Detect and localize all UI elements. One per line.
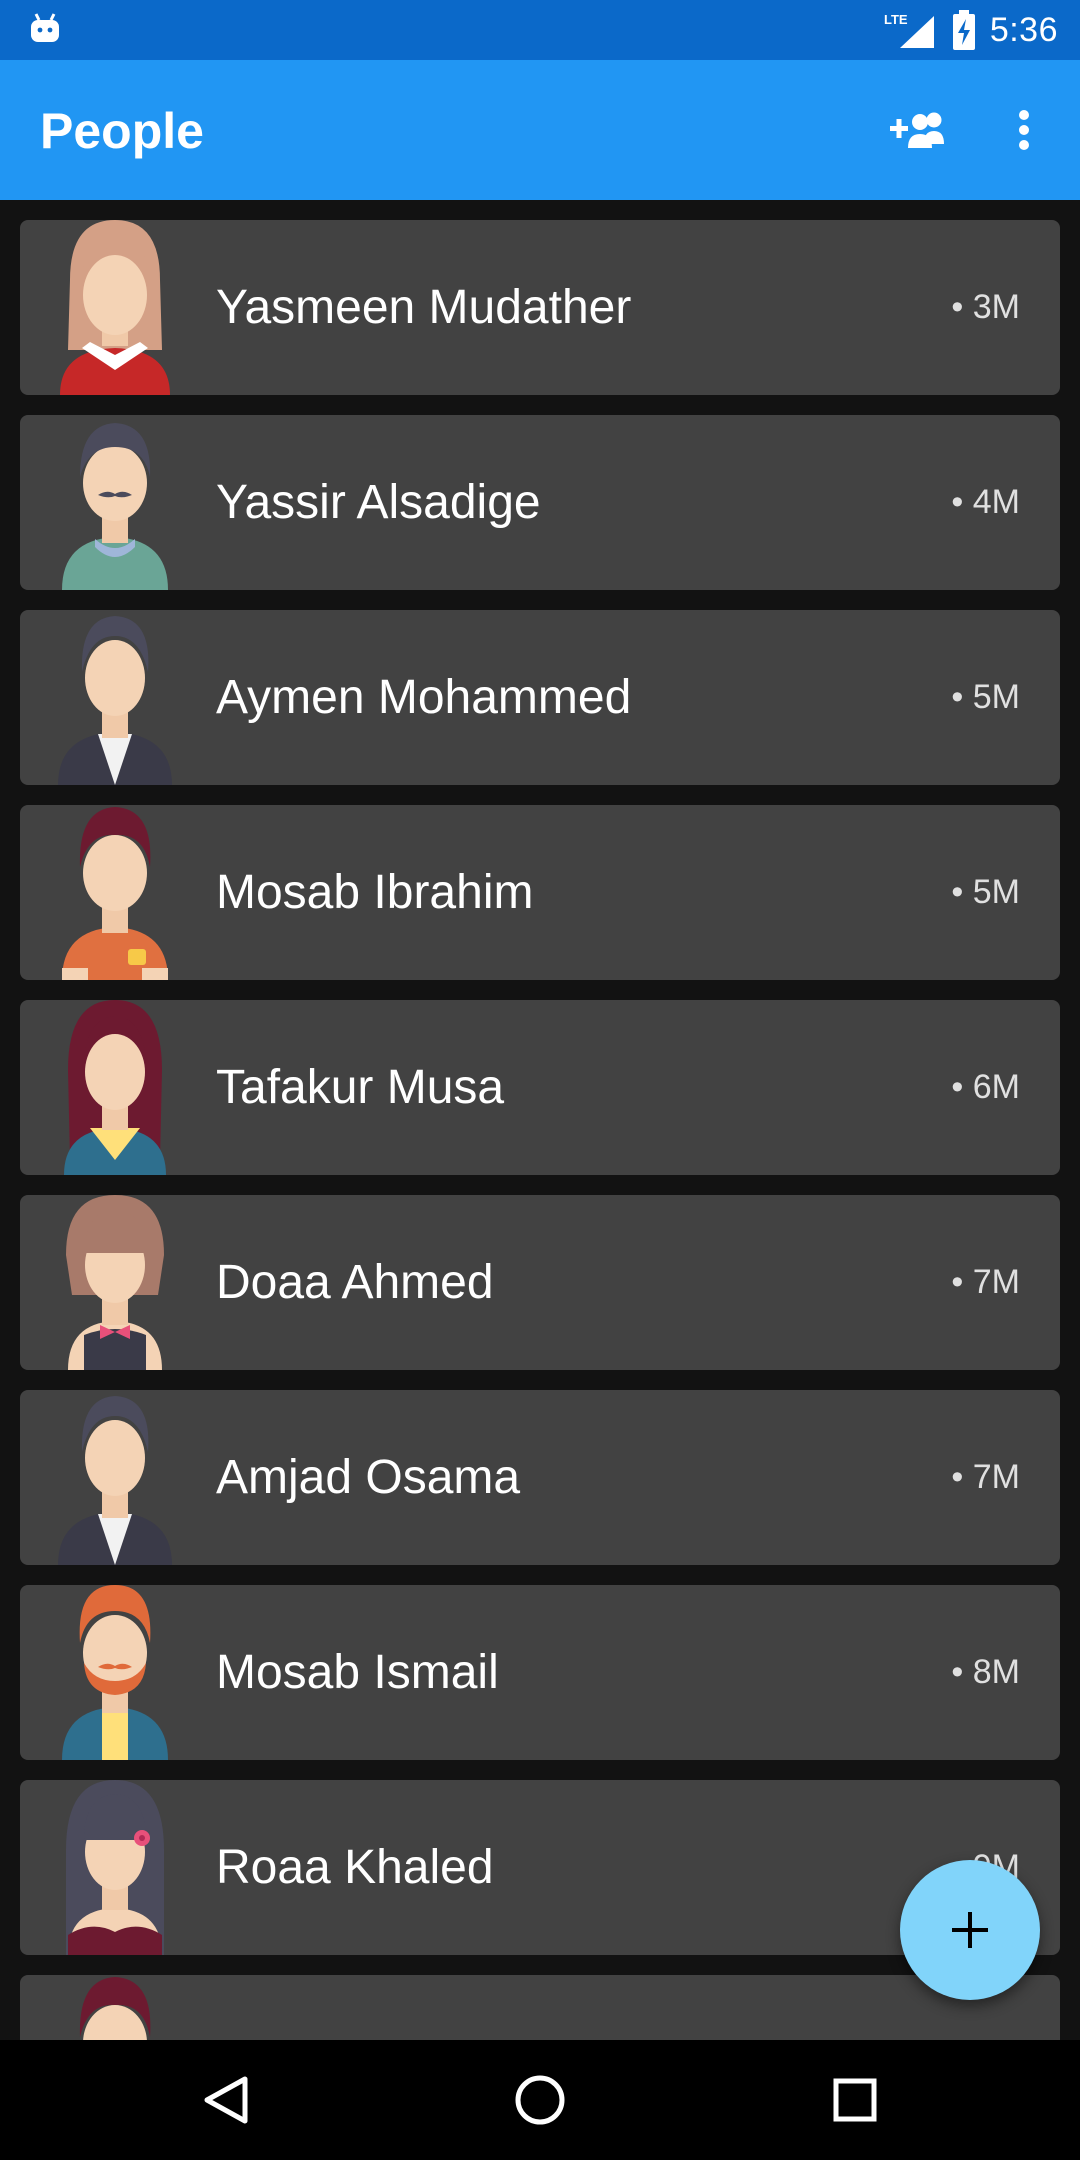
person-name: Yasmeen Mudather [216,281,632,334]
battery-charging-icon [952,10,975,50]
avatar [60,220,170,395]
person-card[interactable]: Mosab Ibrahim • 5M [20,805,1060,980]
person-age: • 5M [951,678,1020,716]
avatar [58,1396,172,1565]
person-card[interactable]: Tafakur Musa • 6M [20,1000,1060,1175]
plus-icon [952,1912,988,1948]
recents-button[interactable] [815,2060,895,2140]
person-name: Mosab Ismail [216,1646,499,1699]
recents-icon [833,2078,877,2122]
status-time: 5:36 [989,10,1058,49]
avatar [79,1977,151,2040]
android-icon [31,13,59,42]
person-age: • 8M [951,1653,1020,1691]
person-card[interactable]: Aymen Mohammed • 5M [20,610,1060,785]
person-age: • 7M [951,1458,1020,1496]
add-fab-button[interactable] [900,1860,1040,2000]
avatar [66,1780,164,1955]
person-card[interactable]: Doaa Ahmed • 7M [20,1195,1060,1370]
person-card[interactable]: Mosab Ismail • 8M [20,1585,1060,1760]
status-bar: LTE 5:36 [0,0,1080,60]
add-people-button[interactable] [880,90,960,170]
avatar [62,1585,168,1760]
navigation-bar [0,2040,1080,2160]
avatar [58,616,172,785]
avatar [66,1195,164,1370]
person-name: Yassir Alsadige [216,476,541,529]
app-bar: People [0,60,1080,200]
back-icon [204,2076,248,2124]
avatar [64,1000,166,1175]
page-title: People [40,103,204,159]
person-name: Doaa Ahmed [216,1256,494,1309]
person-card[interactable]: Yassir Alsadige • 4M [20,415,1060,590]
person-name: Aymen Mohammed [216,671,632,724]
person-name: Roaa Khaled [216,1841,494,1894]
avatar [62,807,168,980]
overflow-menu-button[interactable] [984,90,1064,170]
person-name: Amjad Osama [216,1451,521,1504]
home-icon [515,2075,565,2125]
avatar [62,423,168,590]
person-age: • 7M [951,1263,1020,1301]
person-age: • 4M [951,483,1020,521]
person-age: • 3M [951,288,1020,326]
network-label: LTE [884,12,908,27]
lte-signal-icon: LTE [884,12,934,48]
add-people-icon [890,112,944,148]
person-card[interactable]: Yasmeen Mudather • 3M [20,220,1060,395]
overflow-menu-icon [1019,110,1029,150]
person-age: • 6M [951,1068,1020,1106]
person-name: Tafakur Musa [216,1061,505,1114]
person-card[interactable] [20,1975,1060,2040]
person-card[interactable]: Amjad Osama • 7M [20,1390,1060,1565]
person-name: Mosab Ibrahim [216,866,534,919]
people-list[interactable]: Yasmeen Mudather • 3M Yassir Alsadige • … [0,200,1080,2040]
back-button[interactable] [186,2060,266,2140]
home-button[interactable] [500,2060,580,2140]
person-age: • 5M [951,873,1020,911]
